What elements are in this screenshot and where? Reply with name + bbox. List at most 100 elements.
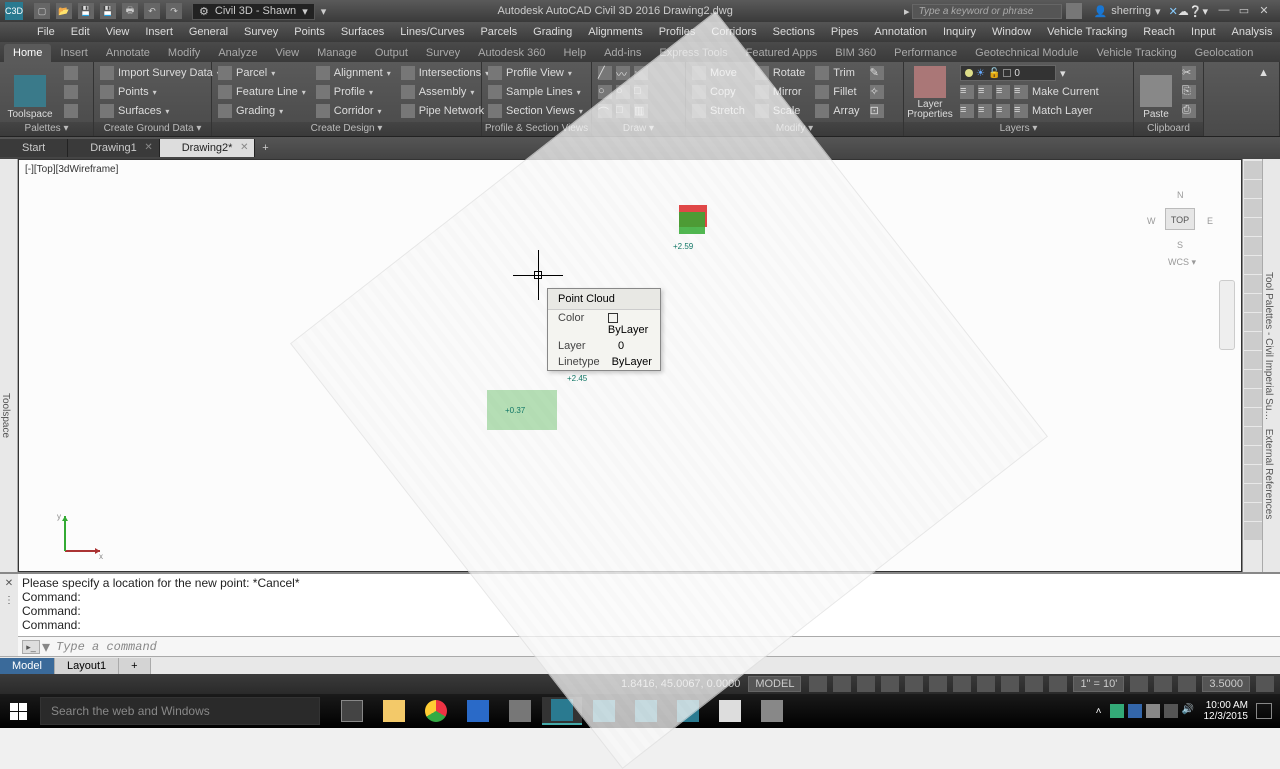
ribbon-collapse-icon[interactable]: ▲ bbox=[1254, 64, 1273, 82]
viewcube-north[interactable]: N bbox=[1177, 190, 1184, 200]
transparency-toggle[interactable] bbox=[1001, 676, 1019, 692]
menu-window[interactable]: Window bbox=[985, 24, 1038, 40]
navigation-bar[interactable] bbox=[1219, 280, 1235, 350]
menu-analysis[interactable]: Analysis bbox=[1225, 24, 1280, 40]
menu-grading[interactable]: Grading bbox=[526, 24, 579, 40]
ribbon-tab-home[interactable]: Home bbox=[4, 44, 51, 62]
viewcube-west[interactable]: W bbox=[1147, 216, 1156, 226]
panel-title-design[interactable]: Create Design ▾ bbox=[212, 122, 481, 136]
palette-tool[interactable] bbox=[1244, 503, 1262, 521]
a360-icon[interactable]: ☁ bbox=[1178, 5, 1189, 18]
profile-button[interactable]: Profile bbox=[312, 83, 395, 101]
ribbon-tab-insert[interactable]: Insert bbox=[51, 44, 97, 62]
tray-icon[interactable] bbox=[1110, 704, 1124, 718]
palette-tool[interactable] bbox=[1244, 180, 1262, 198]
trim-button[interactable]: Trim bbox=[811, 64, 863, 82]
volume-icon[interactable]: 🔊 bbox=[1182, 704, 1196, 718]
palette-tool[interactable] bbox=[1244, 218, 1262, 236]
ribbon-tab-survey[interactable]: Survey bbox=[417, 44, 469, 62]
tray-icon[interactable] bbox=[1146, 704, 1160, 718]
ribbon-tab-bim360[interactable]: BIM 360 bbox=[826, 44, 885, 62]
menu-linescurves[interactable]: Lines/Curves bbox=[393, 24, 471, 40]
cortana-search[interactable]: Search the web and Windows bbox=[40, 697, 320, 725]
tray-icon[interactable] bbox=[1164, 704, 1178, 718]
notepad-app[interactable] bbox=[710, 697, 750, 725]
menu-file[interactable]: File bbox=[30, 24, 62, 40]
open-icon[interactable]: 📂 bbox=[56, 3, 72, 19]
palette-tool[interactable] bbox=[1244, 256, 1262, 274]
annotation-toggle[interactable] bbox=[1049, 676, 1067, 692]
search-go-icon[interactable] bbox=[1066, 3, 1082, 19]
layer-match[interactable]: ≡≡≡≡ Match Layer bbox=[956, 102, 1103, 120]
menu-input[interactable]: Input bbox=[1184, 24, 1222, 40]
ribbon-tab-performance[interactable]: Performance bbox=[885, 44, 966, 62]
signed-in-user[interactable]: 👤 sherring ▾ bbox=[1086, 5, 1169, 18]
palette-tool[interactable] bbox=[1244, 408, 1262, 426]
menu-pipes[interactable]: Pipes bbox=[824, 24, 866, 40]
menu-annotation[interactable]: Annotation bbox=[867, 24, 934, 40]
menu-vehicletracking[interactable]: Vehicle Tracking bbox=[1040, 24, 1134, 40]
menu-points[interactable]: Points bbox=[287, 24, 332, 40]
panel-title-ground[interactable]: Create Ground Data ▾ bbox=[94, 122, 211, 136]
menu-insert[interactable]: Insert bbox=[138, 24, 180, 40]
palette-tool[interactable] bbox=[1244, 199, 1262, 217]
exchange-icon[interactable]: ✕ bbox=[1169, 5, 1178, 18]
profileview-button[interactable]: Profile View bbox=[484, 64, 587, 82]
chrome-app[interactable] bbox=[416, 697, 456, 725]
saveas-icon[interactable]: 💾 bbox=[100, 3, 116, 19]
doc-tab[interactable]: Drawing2*✕ bbox=[160, 139, 256, 157]
infocenter-search[interactable]: Type a keyword or phrase bbox=[912, 4, 1062, 19]
grading-button[interactable]: Grading bbox=[214, 102, 310, 120]
menu-sections[interactable]: Sections bbox=[766, 24, 822, 40]
osnap-toggle[interactable] bbox=[905, 676, 923, 692]
cycling-toggle[interactable] bbox=[1025, 676, 1043, 692]
ribbon-tab-analyze[interactable]: Analyze bbox=[209, 44, 266, 62]
offset-tool[interactable]: ⊡ bbox=[866, 102, 888, 120]
palette-tool[interactable] bbox=[1244, 484, 1262, 502]
palette-shortcut[interactable] bbox=[60, 102, 82, 120]
palette-tool[interactable] bbox=[1244, 465, 1262, 483]
corridor-button[interactable]: Corridor bbox=[312, 102, 395, 120]
grid-toggle[interactable] bbox=[809, 676, 827, 692]
paste-button[interactable]: Paste bbox=[1136, 64, 1176, 122]
system-clock[interactable]: 10:00 AM 12/3/2015 bbox=[1204, 700, 1249, 722]
ortho-toggle[interactable] bbox=[857, 676, 875, 692]
snap-toggle[interactable] bbox=[833, 676, 851, 692]
search-caret-icon[interactable]: ▸ bbox=[904, 5, 910, 18]
ribbon-tab-view[interactable]: View bbox=[266, 44, 308, 62]
viewport-controls-label[interactable]: [-][Top][3dWireframe] bbox=[25, 164, 118, 175]
new-icon[interactable]: ▢ bbox=[34, 3, 50, 19]
model-viewport[interactable]: [-][Top][3dWireframe] +2.59 +2.45 +0.37 … bbox=[18, 159, 1242, 572]
units-toggle[interactable] bbox=[1178, 676, 1196, 692]
save-icon[interactable]: 💾 bbox=[78, 3, 94, 19]
palette-tool[interactable] bbox=[1244, 351, 1262, 369]
action-center-icon[interactable] bbox=[1256, 703, 1272, 719]
customize-status[interactable] bbox=[1256, 676, 1274, 692]
palette-shortcut[interactable] bbox=[60, 83, 82, 101]
tray-expand-icon[interactable]: ˄ bbox=[1096, 706, 1102, 717]
layout-tab-layout1[interactable]: Layout1 bbox=[55, 658, 119, 674]
menu-survey[interactable]: Survey bbox=[237, 24, 285, 40]
start-button[interactable] bbox=[0, 696, 36, 726]
array-button[interactable]: Array bbox=[811, 102, 863, 120]
doc-tab[interactable]: Drawing1✕ bbox=[68, 139, 159, 157]
redo-icon[interactable]: ↷ bbox=[166, 3, 182, 19]
ribbon-tab-manage[interactable]: Manage bbox=[308, 44, 366, 62]
cmd-handle-icon[interactable]: ⋮ bbox=[4, 595, 14, 606]
space-toggle[interactable]: MODEL bbox=[748, 676, 801, 692]
viewcube-south[interactable]: S bbox=[1177, 240, 1183, 250]
minimize-button[interactable]: — bbox=[1216, 4, 1232, 18]
palette-tool[interactable] bbox=[1244, 161, 1262, 179]
palette-tool[interactable] bbox=[1244, 370, 1262, 388]
sketchup-app[interactable] bbox=[500, 697, 540, 725]
app-logo[interactable]: C3D bbox=[5, 2, 23, 20]
panel-title-palettes[interactable]: Palettes ▾ bbox=[0, 122, 93, 136]
palette-tool[interactable] bbox=[1244, 294, 1262, 312]
copy-clip-button[interactable]: ⎘ bbox=[1178, 83, 1200, 101]
close-tab-icon[interactable]: ✕ bbox=[144, 142, 152, 153]
points-button[interactable]: Points bbox=[96, 83, 225, 101]
maximize-button[interactable]: ▭ bbox=[1236, 4, 1252, 18]
surfaces-button[interactable]: Surfaces bbox=[96, 102, 225, 120]
viewcube-wcs[interactable]: WCS ▾ bbox=[1165, 257, 1199, 268]
dyn-input-toggle[interactable] bbox=[953, 676, 971, 692]
